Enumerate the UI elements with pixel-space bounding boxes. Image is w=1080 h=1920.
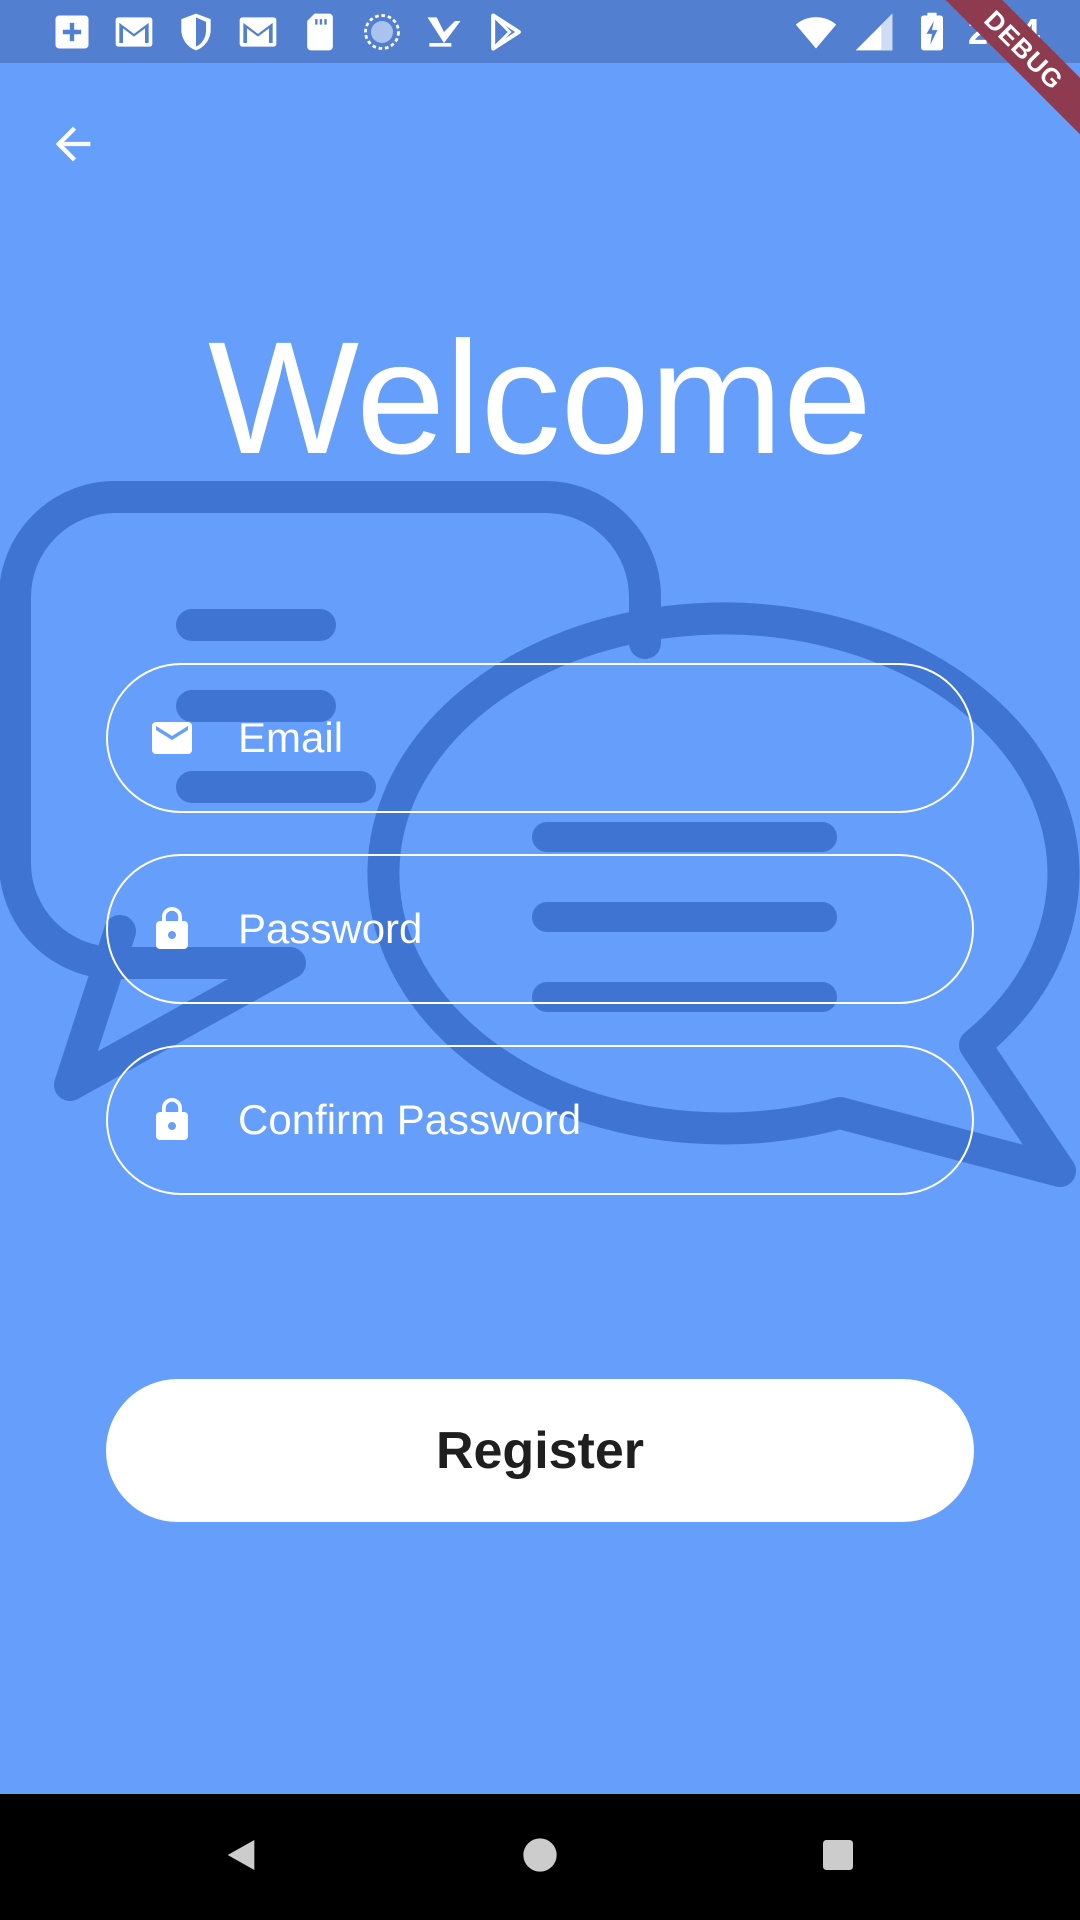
lock-icon (148, 905, 196, 953)
email-input[interactable] (238, 714, 878, 762)
battery-charging-icon (910, 10, 954, 54)
lock-icon (148, 1096, 196, 1144)
page-title: Welcome (208, 308, 872, 487)
email-icon (148, 714, 196, 762)
wifi-icon (794, 10, 838, 54)
email-field[interactable] (106, 663, 974, 813)
check-arrow-icon (422, 10, 466, 54)
nav-back-button[interactable] (206, 1822, 276, 1892)
notification-icons (50, 10, 528, 54)
gmail-icon (236, 10, 280, 54)
nav-recents-icon (818, 1835, 858, 1880)
navigation-bar (0, 1794, 1080, 1920)
password-field[interactable] (106, 854, 974, 1004)
photo-add-icon (50, 10, 94, 54)
register-button[interactable]: Register (106, 1379, 974, 1522)
password-input[interactable] (238, 905, 878, 953)
screen: 2:04 DEBUG Welcome (0, 0, 1080, 1920)
nav-home-button[interactable] (505, 1822, 575, 1892)
nav-recents-button[interactable] (803, 1822, 873, 1892)
confirm-password-field[interactable] (106, 1045, 974, 1195)
loading-icon (360, 10, 404, 54)
gmail-icon (112, 10, 156, 54)
nav-home-icon (520, 1835, 560, 1880)
register-screen: Welcome Register (0, 63, 1080, 1794)
status-bar: 2:04 (0, 0, 1080, 63)
back-button[interactable] (38, 111, 108, 181)
confirm-password-input[interactable] (238, 1096, 878, 1144)
nav-back-icon (221, 1835, 261, 1880)
signal-icon (852, 10, 896, 54)
shield-icon (174, 10, 218, 54)
arrow-back-icon (47, 118, 99, 175)
play-store-icon (484, 10, 528, 54)
sd-card-icon (298, 10, 342, 54)
